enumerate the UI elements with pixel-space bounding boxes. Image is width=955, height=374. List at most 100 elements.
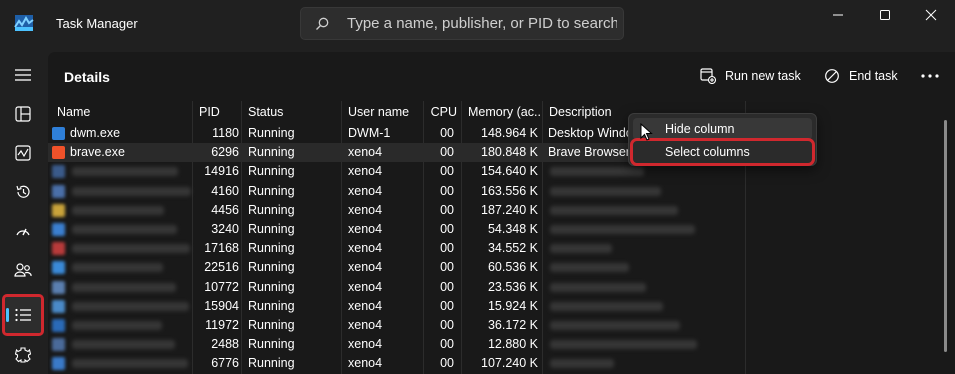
process-status: Running	[248, 183, 295, 198]
end-task-button[interactable]: End task	[824, 62, 898, 90]
redacted-process-description	[550, 321, 680, 330]
process-status: Running	[248, 260, 295, 275]
table-row[interactable]: 6776 Running xeno4 00 107.240 K	[48, 354, 746, 373]
minimize-icon	[833, 14, 843, 16]
process-pid: 17168	[204, 241, 239, 256]
redacted-process-name	[72, 359, 188, 369]
column-header-name[interactable]: Name	[51, 101, 193, 124]
hamburger-icon	[15, 69, 31, 81]
redacted-process-description	[550, 167, 644, 177]
maximize-button[interactable]	[862, 0, 908, 30]
more-options-button[interactable]	[918, 66, 942, 86]
table-row[interactable]: 17168 Running xeno4 00 34.552 K	[48, 239, 746, 258]
app-title: Task Manager	[56, 16, 138, 31]
search-box[interactable]	[300, 7, 624, 40]
run-new-task-button[interactable]: Run new task	[700, 62, 801, 90]
services-icon	[15, 347, 31, 363]
table-row[interactable]: 4160 Running xeno4 00 163.556 K	[48, 182, 746, 201]
process-pid: 3240	[211, 222, 239, 236]
column-header-cpu[interactable]: CPU	[424, 101, 462, 124]
table-row[interactable]: 2488 Running xeno4 00 12.880 K	[48, 335, 746, 354]
column-header-pid[interactable]: PID	[193, 101, 242, 124]
process-status: Running	[248, 145, 295, 160]
startup-apps-icon	[16, 228, 30, 236]
redacted-process-description	[550, 263, 629, 273]
process-icon	[52, 165, 65, 179]
column-header-user-name[interactable]: User name	[342, 101, 424, 124]
process-memory: 36.172 K	[487, 318, 538, 332]
vertical-scrollbar[interactable]	[944, 120, 947, 352]
process-pid: 1180	[212, 126, 239, 140]
process-memory: 163.556 K	[481, 183, 538, 198]
run-new-task-icon	[700, 68, 716, 84]
nav-hamburger-button[interactable]	[5, 57, 41, 93]
end-task-label: End task	[849, 69, 898, 83]
process-status: Running	[248, 241, 295, 256]
table-row[interactable]: 10772 Running xeno4 00 23.536 K	[48, 278, 746, 297]
process-memory: 15.924 K	[487, 298, 538, 313]
process-user: xeno4	[348, 260, 383, 275]
process-cpu: 00	[440, 279, 454, 294]
close-button[interactable]	[908, 0, 954, 30]
table-row[interactable]: 22516 Running xeno4 00 60.536 K	[48, 258, 746, 277]
process-name: dwm.exe	[70, 126, 121, 140]
process-status: Running	[248, 202, 295, 217]
process-pid: 6296	[211, 145, 239, 160]
process-status: Running	[248, 356, 295, 371]
nav-item-performance[interactable]	[5, 135, 41, 171]
process-user: xeno4	[348, 356, 383, 371]
process-status: Running	[248, 126, 295, 140]
process-icon	[52, 203, 65, 217]
process-cpu: 00	[440, 318, 454, 332]
process-cpu: 00	[440, 183, 454, 198]
nav-item-app-history[interactable]	[5, 174, 41, 210]
process-icon	[52, 319, 65, 332]
nav-item-details[interactable]	[2, 294, 44, 336]
process-pid: 10772	[204, 279, 239, 294]
process-memory: 23.536 K	[487, 279, 538, 294]
nav-item-users[interactable]	[5, 252, 41, 288]
process-status: Running	[248, 164, 295, 179]
process-pid: 15904	[204, 298, 239, 313]
process-cpu: 00	[440, 241, 454, 256]
redacted-process-name	[72, 301, 189, 311]
column-header-status[interactable]: Status	[242, 101, 342, 124]
column-header-memory[interactable]: Memory (ac...	[462, 101, 543, 124]
minimize-button[interactable]	[815, 0, 861, 30]
process-pid: 22516	[204, 260, 239, 275]
redacted-process-description	[550, 340, 697, 350]
process-status: Running	[248, 337, 295, 352]
select-columns-menu-item[interactable]: Select columns	[630, 138, 815, 166]
process-user: DWM-1	[348, 126, 391, 140]
process-pid: 14916	[204, 164, 239, 179]
nav-item-services[interactable]	[5, 337, 41, 373]
hide-column-menu-item[interactable]: Hide column	[633, 118, 812, 140]
redacted-process-description	[550, 244, 612, 254]
redacted-process-name	[72, 340, 175, 350]
details-panel: Details Run new task End task Name PID S…	[48, 52, 955, 374]
redacted-process-description	[550, 282, 646, 292]
table-row[interactable]: 3240 Running xeno4 00 54.348 K	[48, 220, 746, 239]
process-pid: 11972	[205, 318, 239, 332]
process-icon	[52, 299, 65, 313]
process-user: xeno4	[348, 164, 383, 179]
table-row[interactable]: 4456 Running xeno4 00 187.240 K	[48, 201, 746, 220]
nav-item-processes[interactable]	[5, 96, 41, 132]
table-row[interactable]: 11972 Running xeno4 00 36.172 K	[48, 316, 746, 335]
process-name: brave.exe	[70, 145, 125, 160]
process-icon	[52, 280, 65, 294]
process-pid: 4456	[211, 202, 239, 217]
search-icon	[316, 17, 329, 30]
process-pid: 4160	[211, 183, 239, 198]
redacted-process-description	[550, 359, 614, 369]
redacted-process-name	[72, 282, 176, 292]
process-cpu: 00	[440, 356, 454, 371]
process-status: Running	[248, 318, 295, 332]
process-user: xeno4	[348, 241, 383, 256]
process-memory: 34.552 K	[487, 241, 538, 256]
nav-item-startup-apps[interactable]	[5, 213, 41, 249]
process-memory: 12.880 K	[487, 337, 538, 352]
process-icon	[52, 242, 65, 256]
search-input[interactable]	[347, 8, 617, 39]
table-row[interactable]: 15904 Running xeno4 00 15.924 K	[48, 297, 746, 316]
